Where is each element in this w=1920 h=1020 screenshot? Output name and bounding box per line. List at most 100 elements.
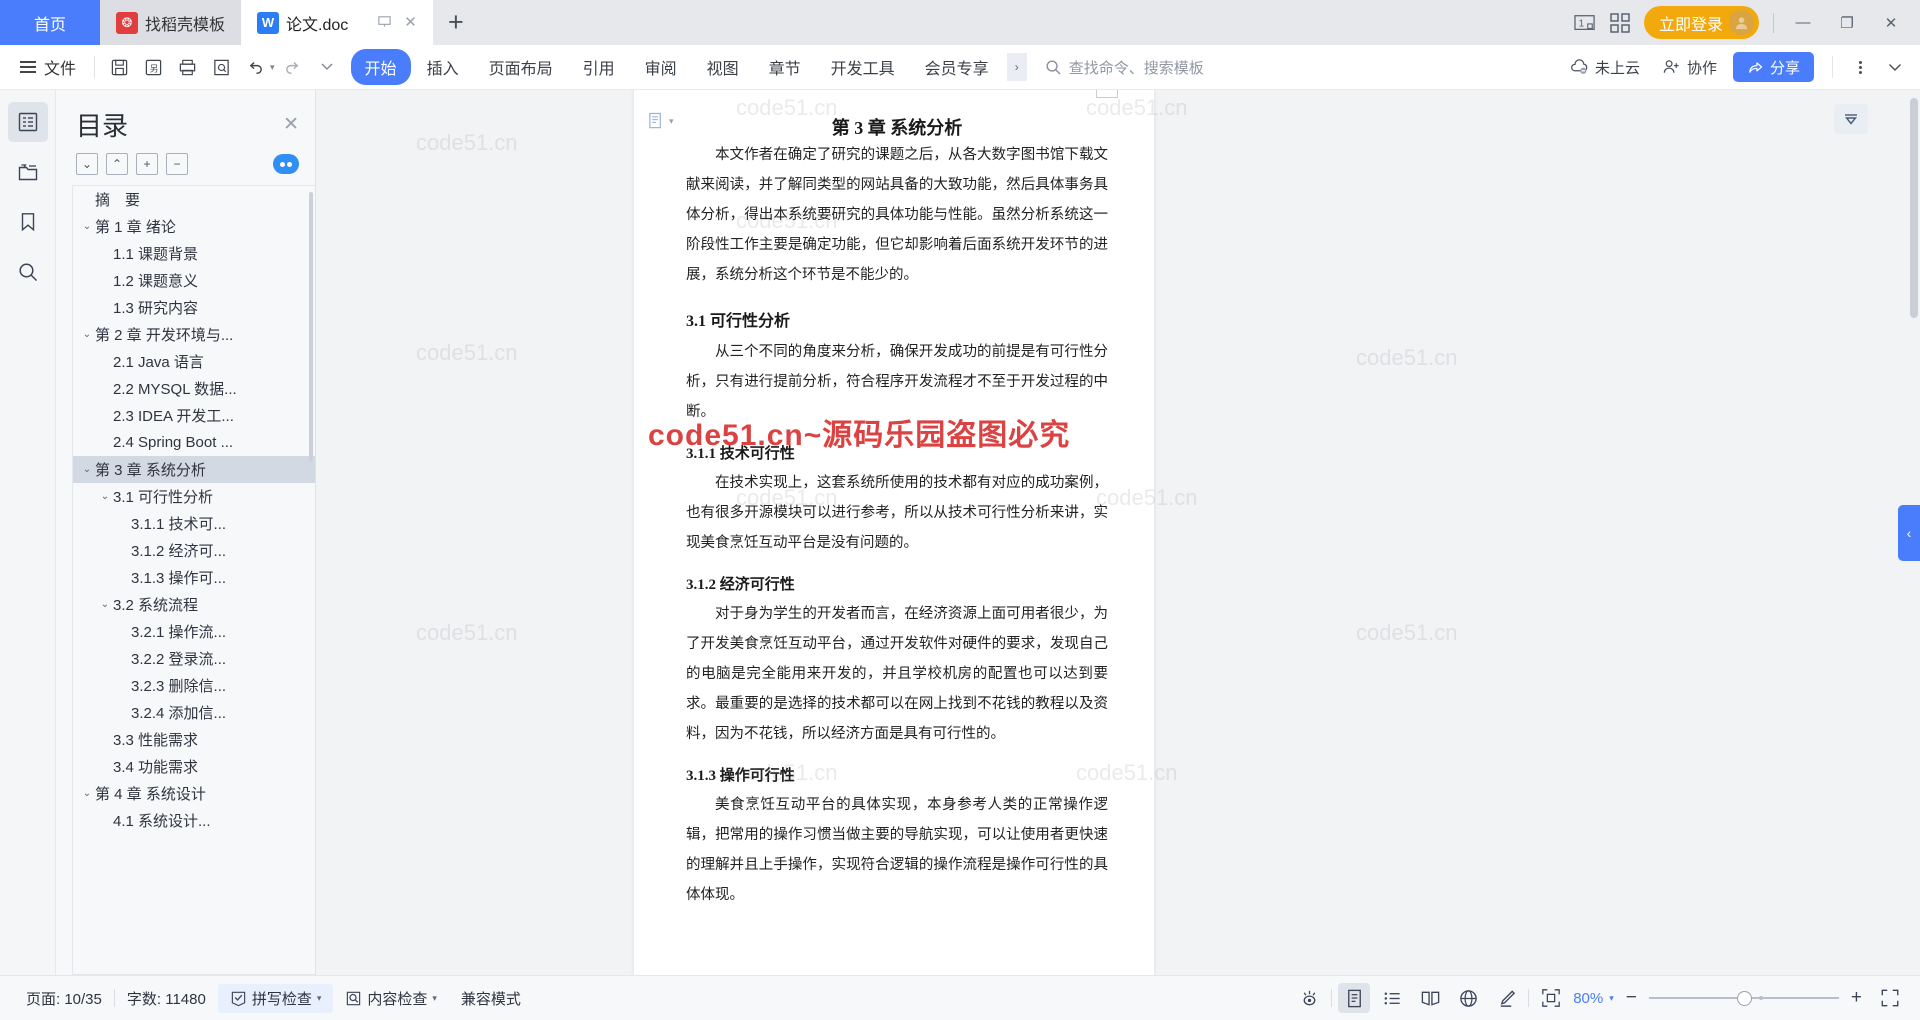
chevron-down-icon[interactable]: ⌄ [97,491,113,502]
undo-icon[interactable] [239,51,271,83]
outline-item[interactable]: 3.4 功能需求 [73,753,315,780]
tab-references[interactable]: 引用 [569,49,629,85]
slider-knob[interactable] [1736,991,1752,1006]
chevron-down-icon[interactable]: ▾ [432,993,437,1004]
chevron-down-icon[interactable]: ▾ [317,993,322,1004]
vertical-scrollbar[interactable] [1910,98,1918,318]
print-icon[interactable] [171,51,203,83]
outline-item[interactable]: ⌄ 3.1 可行性分析 [73,483,315,510]
save-as-icon[interactable]: 另 [137,51,169,83]
outline-item[interactable]: 3.2.4 添加信... [73,699,315,726]
markup-pen-icon[interactable] [1490,983,1522,1013]
restore-window-icon[interactable] [377,14,392,32]
tab-sections[interactable]: 章节 [755,49,815,85]
outline-item[interactable]: 3.1.2 经济可... [73,537,315,564]
ribbon-tabs-more-icon[interactable]: › [1006,53,1027,81]
outline-item[interactable]: 2.2 MYSQL 数据... [73,375,315,402]
collaborate-button[interactable]: 协作 [1656,53,1723,82]
more-options-icon[interactable] [1851,60,1870,74]
outline-item[interactable]: 3.3 性能需求 [73,726,315,753]
outline-item[interactable]: ⌄ 第 1 章 绪论 [73,213,315,240]
zoom-slider[interactable] [1648,990,1839,1006]
outline-item[interactable]: ⌄ 第 3 章 系统分析 [73,456,315,483]
content-check-button[interactable]: 内容检查 ▾ [333,984,449,1013]
chevron-down-icon[interactable]: ⌄ [97,599,113,610]
redo-icon[interactable] [277,51,309,83]
outline-item[interactable]: 摘 要 [73,186,315,213]
close-icon[interactable]: ✕ [283,113,299,136]
outline-item[interactable]: 2.4 Spring Boot ... [73,429,315,456]
split-view-icon[interactable]: 1 [1574,13,1596,33]
outline-item[interactable]: ⌄ 3.2 系统流程 [73,591,315,618]
rail-sections-button[interactable] [8,152,48,192]
rail-outline-button[interactable] [7,102,48,142]
compatibility-mode[interactable]: 兼容模式 [449,984,533,1013]
web-view-icon[interactable] [1452,983,1484,1013]
collapse-up-button[interactable]: ⌃ [106,153,128,175]
navigation-float-button[interactable] [1834,104,1868,134]
save-icon[interactable] [103,51,135,83]
zoom-dropdown-icon[interactable]: ▾ [1609,993,1614,1004]
fit-page-icon[interactable] [1535,983,1567,1013]
document-canvas[interactable]: ▾ 第 3 章 系统分析 本文作者在确定了研究的课题之后，从各大数字图书馆下载文献… [316,90,1920,975]
outline-item[interactable]: 3.2.1 操作流... [73,618,315,645]
chevron-down-icon[interactable]: ⌄ [79,221,95,232]
paragraph-mark-icon[interactable]: ▾ [648,112,674,131]
tab-view[interactable]: 视图 [693,49,753,85]
document-page[interactable]: ▾ 第 3 章 系统分析 本文作者在确定了研究的课题之后，从各大数字图书馆下载文献… [634,90,1154,975]
search-input[interactable]: 查找命令、搜索模板 [1045,57,1204,78]
minimize-button[interactable]: — [1788,8,1818,38]
expand-down-button[interactable]: ⌄ [76,153,98,175]
tab-start[interactable]: 开始 [350,49,411,85]
book-view-icon[interactable] [1414,983,1446,1013]
maximize-button[interactable]: ❐ [1832,8,1862,38]
tab-insert[interactable]: 插入 [413,49,473,85]
tab-review[interactable]: 审阅 [631,49,691,85]
new-tab-button[interactable]: + [433,0,479,45]
focus-read-icon[interactable] [1293,983,1325,1013]
rail-bookmark-button[interactable] [8,202,48,242]
tab-page-layout[interactable]: 页面布局 [475,49,567,85]
outline-item[interactable]: 3.1.3 操作可... [73,564,315,591]
outline-item[interactable]: ⌄ 第 2 章 开发环境与... [73,321,315,348]
outline-view-icon[interactable] [1376,983,1408,1013]
close-window-button[interactable]: ✕ [1876,8,1906,38]
chevron-down-icon[interactable]: ⌄ [79,464,95,475]
undo-dropdown-icon[interactable]: ▾ [270,62,275,73]
outline-item[interactable]: 1.3 研究内容 [73,294,315,321]
page-indicator[interactable]: 页面: 10/35 [14,984,114,1013]
grid-apps-icon[interactable] [1610,12,1630,33]
spell-check-button[interactable]: 拼写检查 ▾ [217,983,334,1013]
chevron-down-icon[interactable]: ⌄ [79,329,95,340]
collapse-ribbon-icon[interactable] [1880,52,1910,82]
fullscreen-icon[interactable] [1874,983,1906,1013]
customize-qat-icon[interactable] [311,51,343,83]
document-body[interactable]: 第 3 章 系统分析 本文作者在确定了研究的课题之后，从各大数字图书馆下载文献来阅… [634,90,1154,910]
chevron-down-icon[interactable]: ▾ [669,116,674,127]
zoom-in-button[interactable]: + [1845,987,1868,1009]
outline-item[interactable]: 4.1 系统设计... [73,807,315,834]
chevron-down-icon[interactable]: ⌄ [79,788,95,799]
word-count[interactable]: 字数: 11480 [115,984,218,1013]
tab-document[interactable]: W 论文.doc ✕ [241,0,433,45]
file-menu-button[interactable]: 文件 [10,55,86,79]
page-view-icon[interactable] [1338,983,1371,1013]
expand-all-button[interactable]: + [136,153,158,175]
outline-item[interactable]: 1.1 课题背景 [73,240,315,267]
outline-tree[interactable]: 摘 要 ⌄ 第 1 章 绪论 1.1 课题背景 1.2 课题意义 1.3 研究内容 ⌄ 第 2… [72,185,315,975]
rail-search-button[interactable] [8,252,48,292]
outline-item[interactable]: 2.3 IDEA 开发工... [73,402,315,429]
zoom-out-button[interactable]: − [1620,987,1643,1009]
collapse-all-button[interactable]: − [166,153,188,175]
outline-item[interactable]: 2.1 Java 语言 [73,348,315,375]
eye-toggle[interactable] [273,154,299,174]
outline-item[interactable]: 1.2 课题意义 [73,267,315,294]
expand-panel-handle[interactable]: ‹ [1898,504,1920,561]
print-preview-icon[interactable] [205,51,237,83]
outline-item[interactable]: ⌄ 第 4 章 系统设计 [73,780,315,807]
tab-member-exclusive[interactable]: 会员专享 [911,49,1003,85]
cloud-status-button[interactable]: 未上云 [1564,53,1646,82]
login-button[interactable]: 立即登录 [1643,6,1759,39]
tab-template-store[interactable]: ❂ 找稻壳模板 [100,0,242,45]
home-tab[interactable]: 首页 [0,0,100,45]
